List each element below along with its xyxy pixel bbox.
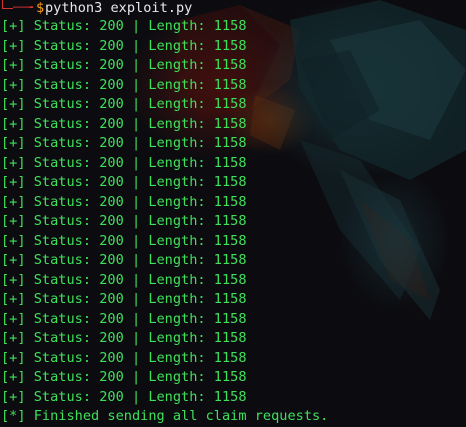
output-line: [+] Status: 200 | Length: 1158 bbox=[1, 154, 247, 171]
command-text: python3 exploit.py bbox=[45, 0, 193, 16]
terminal-output: ──╼ $ python3 exploit.py [+] Status: 200… bbox=[0, 0, 466, 427]
output-line: [+] Status: 200 | Length: 1158 bbox=[1, 349, 247, 366]
output-line: [+] Status: 200 | Length: 1158 bbox=[1, 213, 247, 229]
output-line: [+] Status: 200 | Length: 1158 bbox=[1, 18, 247, 34]
output-line: [+] Status: 200 | Length: 1158 bbox=[1, 193, 247, 210]
output-line: [+] Status: 200 | Length: 1158 bbox=[1, 252, 247, 268]
prompt-dollar: $ bbox=[36, 0, 45, 16]
output-line: [+] Status: 200 | Length: 1158 bbox=[1, 232, 247, 249]
output-line: [+] Status: 200 | Length: 1158 bbox=[1, 291, 247, 307]
prompt-arrow-icon: ──╼ bbox=[13, 1, 33, 14]
output-line: [+] Status: 200 | Length: 1158 bbox=[1, 174, 247, 190]
prompt-frame bbox=[2, 0, 13, 9]
output-line: [+] Status: 200 | Length: 1158 bbox=[1, 57, 247, 73]
terminal-window[interactable]: ──╼ $ python3 exploit.py [+] Status: 200… bbox=[0, 0, 466, 427]
finished-message: [*] Finished sending all claim requests. bbox=[1, 408, 329, 424]
command-prompt: ──╼ $ python3 exploit.py bbox=[0, 0, 466, 17]
output-line: [+] Status: 200 | Length: 1158 bbox=[1, 330, 247, 346]
output-line: [+] Status: 200 | Length: 1158 bbox=[1, 388, 247, 405]
output-line: [+] Status: 200 | Length: 1158 bbox=[1, 115, 247, 132]
output-line: [+] Status: 200 | Length: 1158 bbox=[1, 271, 247, 288]
output-line: [+] Status: 200 | Length: 1158 bbox=[1, 37, 247, 54]
output-line: [+] Status: 200 | Length: 1158 bbox=[1, 96, 247, 112]
output-line: [+] Status: 200 | Length: 1158 bbox=[1, 76, 247, 93]
output-line: [+] Status: 200 | Length: 1158 bbox=[1, 369, 247, 385]
output-line: [+] Status: 200 | Length: 1158 bbox=[1, 135, 247, 151]
output-line: [+] Status: 200 | Length: 1158 bbox=[1, 310, 247, 327]
